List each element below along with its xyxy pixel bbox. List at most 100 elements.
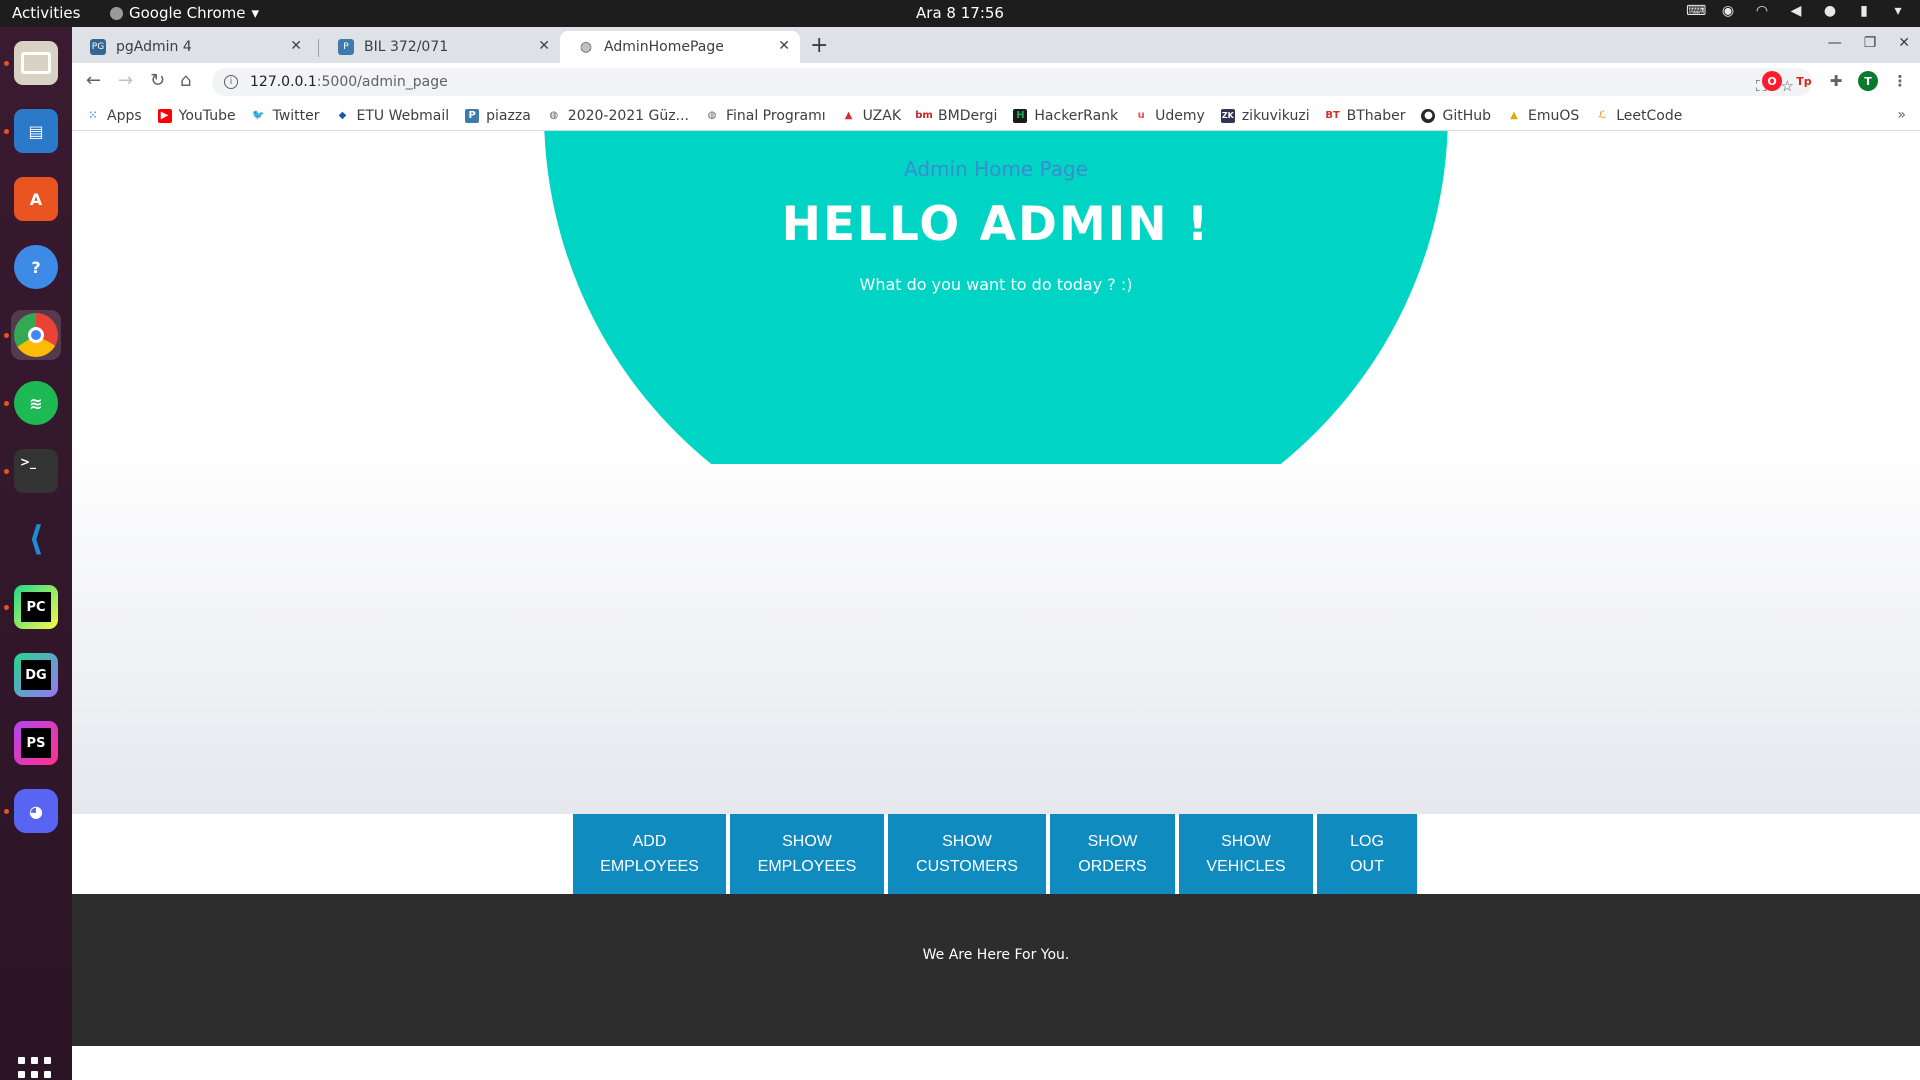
show-applications-icon[interactable] <box>18 1057 54 1080</box>
window-controls: — ❐ ✕ <box>1828 35 1910 51</box>
app-menu[interactable]: Google Chrome ▾ <box>110 4 259 22</box>
opera-extension-icon[interactable]: O <box>1762 71 1782 91</box>
webmail-icon: ◆ <box>338 110 347 121</box>
bookmark-final-programi[interactable]: ◍ Final Programı <box>705 108 826 124</box>
dock-phpstorm[interactable]: PS <box>11 718 61 768</box>
close-window-icon[interactable]: ✕ <box>1898 35 1910 51</box>
discord-icon: ◕ <box>14 789 58 833</box>
bookmark-github[interactable]: ● GitHub <box>1421 108 1491 124</box>
dock-chrome[interactable] <box>11 310 61 360</box>
bookmark-piazza[interactable]: Ppiazza <box>465 108 531 124</box>
bookmark-label: GitHub <box>1442 107 1491 124</box>
close-icon[interactable]: ✕ <box>290 38 302 54</box>
add-employees-button[interactable]: ADD EMPLOYEES <box>573 814 726 894</box>
volume-icon[interactable]: ◀ <box>1788 3 1804 19</box>
bookmark-label: YouTube <box>178 107 236 124</box>
bookmark-bthaber[interactable]: BT BThaber <box>1325 107 1406 124</box>
running-indicator <box>4 469 9 474</box>
dock-datagrip[interactable]: DG <box>11 650 61 700</box>
bookmark-youtube[interactable]: ▶ YouTube <box>157 107 236 124</box>
bookmark-hackerrank[interactable]: H HackerRank <box>1013 108 1118 124</box>
dock-files[interactable] <box>11 38 61 88</box>
dock-terminal[interactable]: >_ <box>11 446 61 496</box>
show-vehicles-button[interactable]: SHOW VEHICLES <box>1179 814 1313 894</box>
globe-icon: ◍ <box>549 110 559 121</box>
bookmark-apps[interactable]: ⁙ Apps <box>86 108 142 124</box>
dock-vscode[interactable]: ⟨ <box>11 514 61 564</box>
running-indicator <box>4 333 9 338</box>
log-out-button[interactable]: LOG OUT <box>1317 814 1417 894</box>
bookmark-label: BThaber <box>1346 107 1406 124</box>
activities-button[interactable]: Activities <box>12 4 80 22</box>
back-icon[interactable]: ← <box>86 70 101 91</box>
tp-extension-icon[interactable]: Tp <box>1794 71 1814 91</box>
tab-title: pgAdmin 4 <box>116 39 192 55</box>
bookmark-label: Udemy <box>1155 107 1205 124</box>
bookmark-leetcode[interactable]: ℒ LeetCode <box>1595 108 1682 124</box>
close-icon[interactable]: ✕ <box>538 38 550 54</box>
page-content: Admin Home Page HELLO ADMIN ! What do yo… <box>72 131 1920 1080</box>
restore-icon[interactable]: ❐ <box>1864 35 1877 51</box>
microphone-icon[interactable]: ● <box>1822 3 1838 19</box>
bookmark-twitter[interactable]: 🐦 Twitter <box>252 108 319 124</box>
battery-icon[interactable]: ▮ <box>1856 3 1872 19</box>
globe-icon: ◍ <box>579 39 593 55</box>
dock-writer[interactable]: ▤ <box>11 106 61 156</box>
forward-icon[interactable]: → <box>118 70 133 91</box>
spotify-icon: ≋ <box>14 381 58 425</box>
new-tab-button[interactable]: + <box>810 33 828 58</box>
system-tray[interactable]: ⌨ ◉ ◠ ◀ ● ▮ ▾ <box>1686 3 1906 19</box>
dock-discord[interactable]: ◕ <box>11 786 61 836</box>
bookmark-udemy[interactable]: u Udemy <box>1134 108 1205 124</box>
bookmark-bmdergi[interactable]: bm BMDergi <box>915 107 998 124</box>
url-host: 127.0.0.1 <box>250 74 317 90</box>
menu-dots-icon[interactable]: ⋮ <box>1890 71 1910 91</box>
address-bar[interactable]: i 127.0.0.1:5000/admin_page ⛶ ☆ <box>212 68 1812 96</box>
clock[interactable]: Ara 8 17:56 <box>916 4 1004 22</box>
dock: ▤ A ? ≋ >_ ⟨ PC DG PS ◕ <box>0 27 72 1080</box>
extensions-puzzle-icon[interactable]: ✚ <box>1826 71 1846 91</box>
url-path: :5000/admin_page <box>316 74 448 90</box>
show-customers-button[interactable]: SHOW CUSTOMERS <box>888 814 1046 894</box>
running-indicator <box>4 605 9 610</box>
running-indicator <box>4 809 9 814</box>
discord-tray-icon[interactable]: ◉ <box>1720 3 1736 19</box>
dock-spotify[interactable]: ≋ <box>11 378 61 428</box>
show-employees-button[interactable]: SHOW EMPLOYEES <box>730 814 884 894</box>
dock-software[interactable]: A <box>11 174 61 224</box>
admin-action-bar: ADD EMPLOYEES SHOW EMPLOYEES SHOW CUSTOMERS… <box>72 814 1920 894</box>
profile-avatar[interactable]: T <box>1858 71 1878 91</box>
bookmark-label: zikuvikuzi <box>1241 107 1310 124</box>
pgadmin-favicon-icon: PG <box>90 39 106 55</box>
tab-pgadmin[interactable]: PG pgAdmin 4 ✕ <box>72 31 312 63</box>
bookmarks-bar: ⁙ Apps ▶ YouTube 🐦 Twitter ◆ ETU Webmail Ppi… <box>72 101 1920 131</box>
tab-title: BIL 372/071 <box>364 39 449 55</box>
system-top-bar: Activities Google Chrome ▾ Ara 8 17:56 ⌨… <box>0 0 1920 27</box>
keyboard-icon[interactable]: ⌨ <box>1686 3 1706 19</box>
power-menu-icon[interactable]: ▾ <box>1890 3 1906 19</box>
bookmark-label: BMDergi <box>938 107 998 124</box>
home-icon[interactable]: ⌂ <box>180 70 191 91</box>
dock-pycharm[interactable]: PC <box>11 582 61 632</box>
bookmark-uzak[interactable]: ▲ UZAK <box>842 108 901 124</box>
minimize-icon[interactable]: — <box>1828 35 1842 51</box>
close-icon[interactable]: ✕ <box>778 38 790 54</box>
bookmark-emuos[interactable]: ▲ EmuOS <box>1507 108 1579 124</box>
site-info-icon[interactable]: i <box>224 75 238 89</box>
globe-icon: ◍ <box>707 110 717 121</box>
bookmarks-overflow-button[interactable]: » <box>1897 107 1906 123</box>
software-center-icon: A <box>14 177 58 221</box>
tab-bil372[interactable]: P BIL 372/071 ✕ <box>320 31 560 63</box>
dock-help[interactable]: ? <box>11 242 61 292</box>
tab-adminhomepage[interactable]: ◍ AdminHomePage ✕ <box>560 31 800 63</box>
show-orders-button[interactable]: SHOW ORDERS <box>1050 814 1175 894</box>
page-intro-text: What do you want to do today ? :) <box>859 275 1133 294</box>
bookmark-2020-2021[interactable]: ◍ 2020-2021 Güz... <box>547 108 689 124</box>
chrome-small-icon <box>110 6 123 20</box>
bookmark-zikuvikuzi[interactable]: ZK zikuvikuzi <box>1220 107 1310 124</box>
reload-icon[interactable]: ↻ <box>150 70 165 91</box>
bookmark-etu-webmail[interactable]: ◆ ETU Webmail <box>336 107 450 124</box>
wifi-icon[interactable]: ◠ <box>1754 3 1770 19</box>
tab-strip: PG pgAdmin 4 ✕ P BIL 372/071 ✕ ◍ AdminHo… <box>72 27 1920 63</box>
bookmark-label: ETU Webmail <box>356 107 450 124</box>
